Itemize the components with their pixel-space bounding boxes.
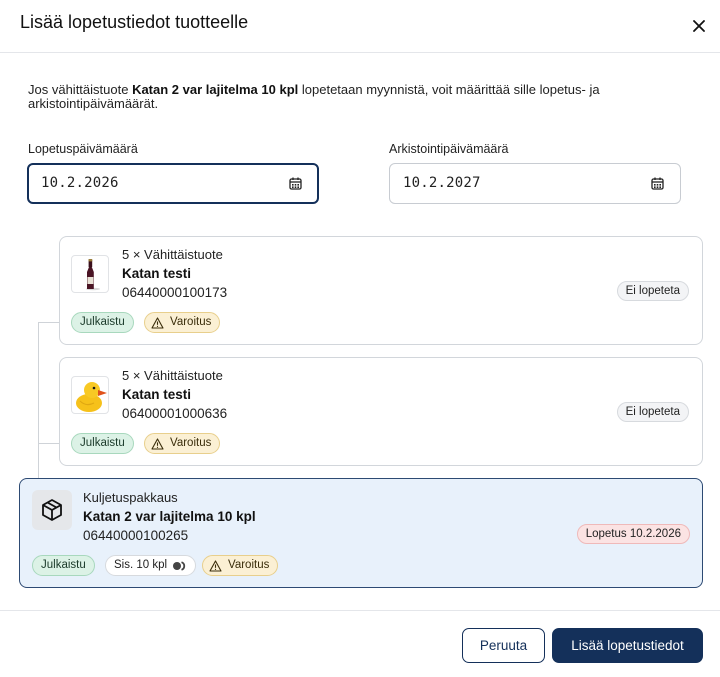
rubber-duck-icon [76,382,107,412]
close-icon [693,20,705,32]
dialog-title: Lisää lopetustiedot tuotteelle [20,12,249,32]
intro-text: Jos vähittäistuote Katan 2 var lajitelma… [28,83,678,111]
archive-date-input[interactable]: 10.2.2027 [389,163,681,204]
intro-product-name: Katan 2 var lajitelma 10 kpl [132,82,299,97]
item-code: 06400001000636 [122,406,228,421]
tree-connector [38,322,39,478]
warning-badge[interactable]: Varoitus [202,555,279,576]
component-card: 5 × Vähittäistuote Katan testi 064000010… [59,357,703,466]
warning-label: Varoitus [170,437,212,449]
dialog-header: Lisää lopetustiedot tuotteelle [0,0,720,53]
component-card: 5 × Vähittäistuote Katan testi 064400001… [59,236,703,345]
warning-icon [151,437,164,450]
package-type: Kuljetuspakkaus [83,490,178,505]
toggle-icon [173,560,186,571]
item-quantity: 5 × Vähittäistuote [122,247,223,262]
product-image [71,255,109,293]
item-code: 06440000100173 [122,285,228,300]
warning-icon [209,559,222,572]
package-icon [42,499,62,521]
product-image [71,376,109,414]
package-card: Kuljetuspakkaus Katan 2 var lajitelma 10… [19,478,703,588]
end-date-value: 10.2.2026 [41,175,119,191]
item-name: Katan testi [122,387,192,402]
warning-label: Varoitus [228,559,270,571]
warning-icon [151,316,164,329]
submit-button[interactable]: Lisää lopetustiedot [552,628,703,663]
published-badge: Julkaistu [71,312,134,333]
status-badge: Ei lopeteta [616,402,689,422]
contains-label: Sis. 10 kpl [114,559,168,571]
add-end-info-dialog: Lisää lopetustiedot tuotteelle Jos vähit… [0,0,720,677]
archive-date-value: 10.2.2027 [403,175,481,191]
package-name: Katan 2 var lajitelma 10 kpl [83,509,256,524]
calendar-icon[interactable] [289,177,302,190]
package-image [32,490,72,530]
end-date-label: Lopetuspäivämäärä [28,142,138,156]
end-date-input[interactable]: 10.2.2026 [27,163,319,204]
tree-connector [38,443,59,444]
wine-bottle-icon [86,259,100,291]
intro-prefix: Jos vähittäistuote [28,82,133,97]
tree-connector [38,322,59,323]
published-badge: Julkaistu [32,555,95,576]
cancel-button[interactable]: Peruuta [462,628,545,663]
published-badge: Julkaistu [71,433,134,454]
item-name: Katan testi [122,266,192,281]
status-badge: Ei lopeteta [616,281,689,301]
contains-badge[interactable]: Sis. 10 kpl [105,555,197,576]
warning-badge[interactable]: Varoitus [144,312,221,333]
warning-label: Varoitus [170,316,212,328]
end-status-badge: Lopetus 10.2.2026 [576,524,690,544]
calendar-icon[interactable] [651,177,664,190]
archive-date-label: Arkistointipäivämäärä [389,142,509,156]
package-code: 06440000100265 [83,528,189,543]
item-quantity: 5 × Vähittäistuote [122,368,223,383]
warning-badge[interactable]: Varoitus [144,433,221,454]
close-button[interactable] [688,15,710,37]
